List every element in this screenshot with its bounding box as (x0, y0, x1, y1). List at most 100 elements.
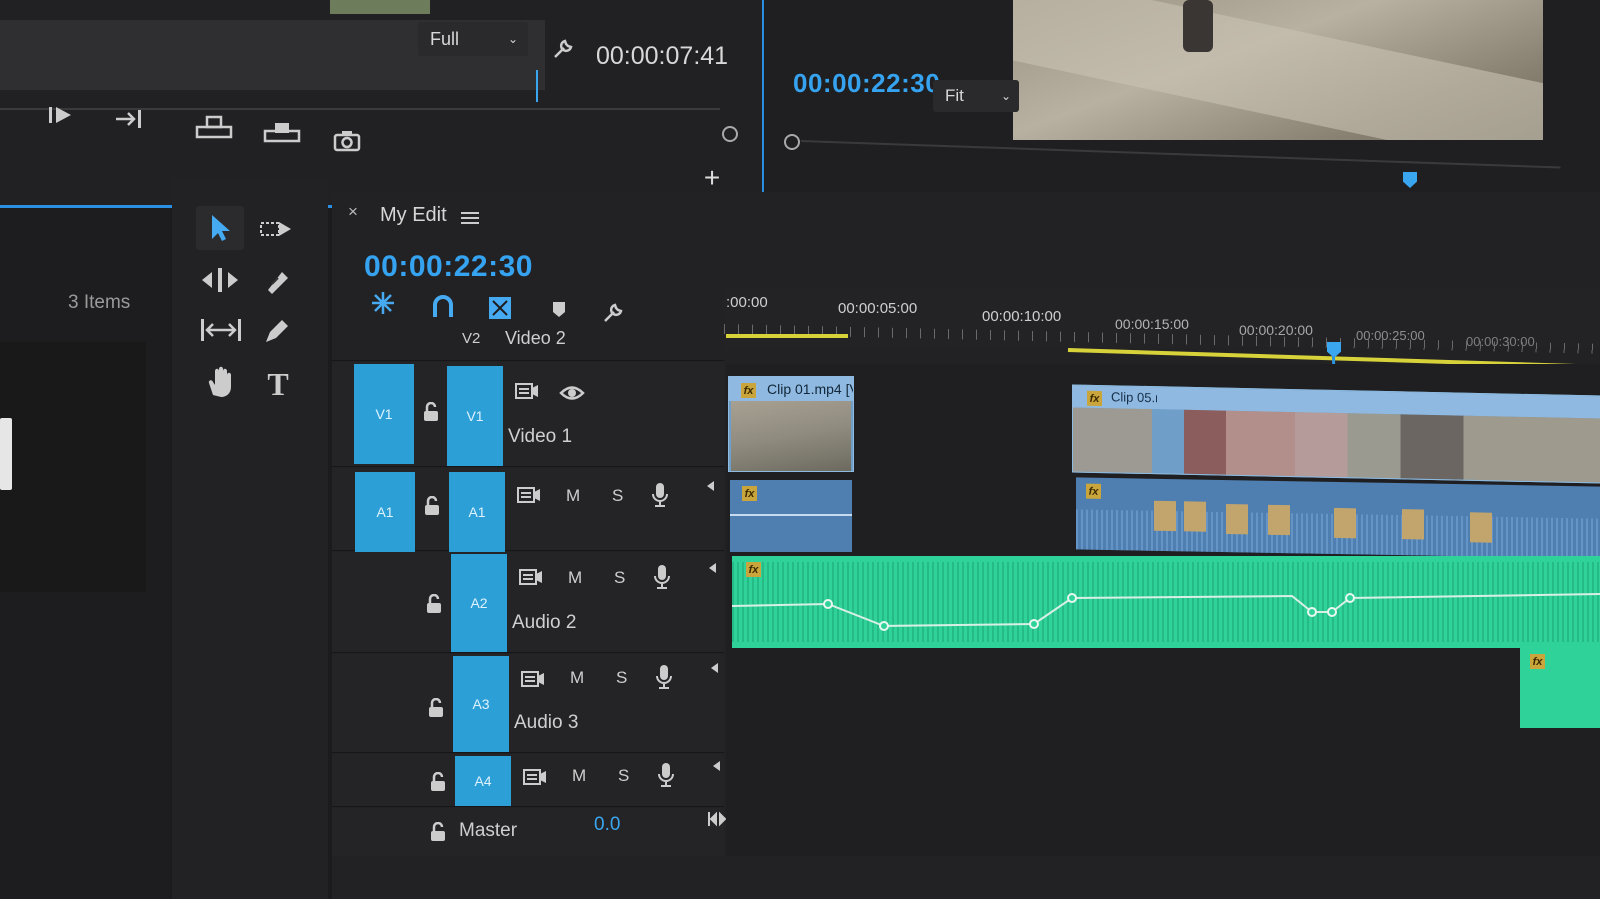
transition-marker[interactable] (1470, 512, 1492, 543)
panel-menu-icon[interactable] (458, 206, 482, 230)
solo-button-a1[interactable]: S (612, 486, 623, 506)
clip-thumbnails (1073, 407, 1600, 483)
insert-icon[interactable] (194, 112, 234, 144)
track-header-v2: V2 Video 2 (332, 324, 724, 361)
track-name-a3: Audio 3 (514, 712, 579, 733)
slip-tool-icon[interactable] (198, 312, 244, 348)
lock-icon[interactable] (423, 592, 445, 616)
pen-tool-icon[interactable] (258, 314, 294, 350)
track-target-a4[interactable]: A4 (455, 756, 511, 806)
transition-marker[interactable] (1334, 507, 1356, 539)
source-timebar[interactable] (0, 108, 720, 110)
type-tool-icon[interactable]: T (260, 364, 296, 404)
add-marker-icon[interactable] (548, 298, 570, 322)
source-monitor: Full ⌄ 00:00:07:41 + (0, 0, 764, 208)
transition-marker[interactable] (1402, 509, 1424, 540)
microphone-icon[interactable] (650, 562, 674, 592)
linked-selection-icon[interactable] (484, 292, 516, 324)
program-zoom-select[interactable]: Fit ⌄ (933, 80, 1019, 112)
track-target-v2[interactable]: V2 (462, 330, 480, 347)
video-clip-01[interactable]: fx Clip 01.mp4 [V] (728, 376, 854, 472)
program-in-handle[interactable] (784, 134, 800, 150)
mute-button-a3[interactable]: M (570, 668, 584, 688)
track-select-tool-icon[interactable] (256, 212, 296, 246)
source-patch-v1[interactable]: V1 (354, 364, 414, 464)
audio-clip-a3[interactable]: fx (1520, 648, 1600, 728)
overwrite-icon[interactable] (262, 116, 302, 148)
source-video-thumb (330, 0, 430, 14)
ruler-label: 00:00:15:00 (1115, 316, 1189, 332)
timeline-tab-close[interactable]: × (348, 202, 358, 222)
timeline-timecode[interactable]: 00:00:22:30 (364, 250, 533, 284)
expand-track-arrow-icon[interactable] (704, 560, 720, 576)
audio-clip-a1-01[interactable]: fx (730, 480, 852, 552)
track-target-a3[interactable]: A3 (453, 656, 509, 752)
ruler-label: 00:00:05:00 (838, 300, 918, 317)
expand-track-arrow-icon[interactable] (706, 660, 722, 676)
ripple-edit-tool-icon[interactable] (198, 262, 242, 298)
wrench-icon[interactable] (548, 34, 578, 64)
items-count: 3 Items (68, 292, 131, 313)
razor-tool-icon[interactable] (258, 264, 294, 300)
microphone-icon[interactable] (654, 760, 678, 790)
track-header-a1: A1 A1 M S (332, 468, 724, 552)
audio-clip-a2-music[interactable]: fx (732, 556, 1600, 648)
lock-icon[interactable] (427, 820, 449, 844)
track-target-v1[interactable]: V1 (447, 366, 503, 466)
master-volume-value[interactable]: 0.0 (594, 814, 620, 836)
video-clip-05[interactable]: fx Clip 05.mp4 (1072, 384, 1600, 484)
sequence-tab-title[interactable]: My Edit (380, 204, 447, 227)
program-zoom-label: Fit (945, 86, 964, 105)
track-target-a1[interactable]: A1 (449, 472, 505, 552)
transition-marker[interactable] (1268, 504, 1290, 536)
audio-clip-a1-05[interactable]: fx (1076, 477, 1600, 559)
lock-icon[interactable] (421, 494, 443, 518)
add-button-icon[interactable]: + (698, 162, 726, 193)
eye-icon[interactable] (557, 380, 587, 406)
toggle-sync-lock-icon[interactable] (516, 564, 546, 590)
solo-button-a4[interactable]: S (618, 766, 629, 786)
lock-icon[interactable] (427, 770, 449, 794)
selection-tool-icon[interactable] (196, 206, 244, 250)
go-to-out-icon[interactable] (112, 104, 148, 134)
solo-button-a2[interactable]: S (614, 568, 625, 588)
step-forward-icon[interactable] (44, 100, 78, 130)
toggle-sync-lock-icon[interactable] (518, 666, 548, 692)
project-item-thumb[interactable] (0, 418, 12, 490)
mute-button-a2[interactable]: M (568, 568, 582, 588)
transition-marker[interactable] (1226, 504, 1248, 535)
lock-icon[interactable] (425, 696, 447, 720)
mute-button-a1[interactable]: M (566, 486, 580, 506)
clip-thumbnail (731, 401, 851, 471)
toggle-sync-lock-icon[interactable] (512, 378, 542, 404)
transition-marker[interactable] (1184, 501, 1206, 532)
source-zoom-select[interactable]: Full ⌄ (418, 22, 528, 56)
project-panel: 3 Items (0, 210, 170, 899)
program-timebar[interactable] (800, 140, 1561, 169)
camera-icon[interactable] (330, 126, 364, 156)
nest-sequence-icon[interactable] (368, 288, 398, 318)
source-playhead[interactable] (536, 70, 538, 102)
lock-icon[interactable] (420, 400, 442, 424)
track-area[interactable]: fx Clip 01.mp4 [V] fx Clip 05.mp4 fx fx (726, 364, 1600, 856)
toggle-sync-lock-icon[interactable] (514, 482, 544, 508)
hand-tool-icon[interactable] (200, 362, 242, 402)
work-area-bar-left[interactable] (726, 334, 848, 338)
snap-icon[interactable] (428, 290, 458, 322)
transition-marker[interactable] (1154, 500, 1176, 532)
microphone-icon[interactable] (652, 662, 676, 692)
solo-button-a3[interactable]: S (616, 668, 627, 688)
microphone-icon[interactable] (648, 480, 672, 510)
program-timecode: 00:00:22:30 (793, 68, 941, 98)
source-patch-a1[interactable]: A1 (355, 472, 415, 552)
time-ruler[interactable]: :00:00 00:00:05:00 00:00:10:00 00:00:15:… (723, 288, 1600, 369)
program-playhead-marker[interactable] (1403, 172, 1417, 188)
volume-keyframe-line[interactable] (732, 556, 1600, 648)
track-target-a2[interactable]: A2 (451, 554, 507, 652)
toggle-sync-lock-icon[interactable] (520, 764, 550, 790)
source-out-handle[interactable] (722, 126, 738, 142)
expand-track-arrow-icon[interactable] (702, 478, 718, 494)
expand-track-arrow-icon[interactable] (708, 758, 724, 774)
clip-name: Clip 05.mp4 (1111, 389, 1157, 406)
mute-button-a4[interactable]: M (572, 766, 586, 786)
